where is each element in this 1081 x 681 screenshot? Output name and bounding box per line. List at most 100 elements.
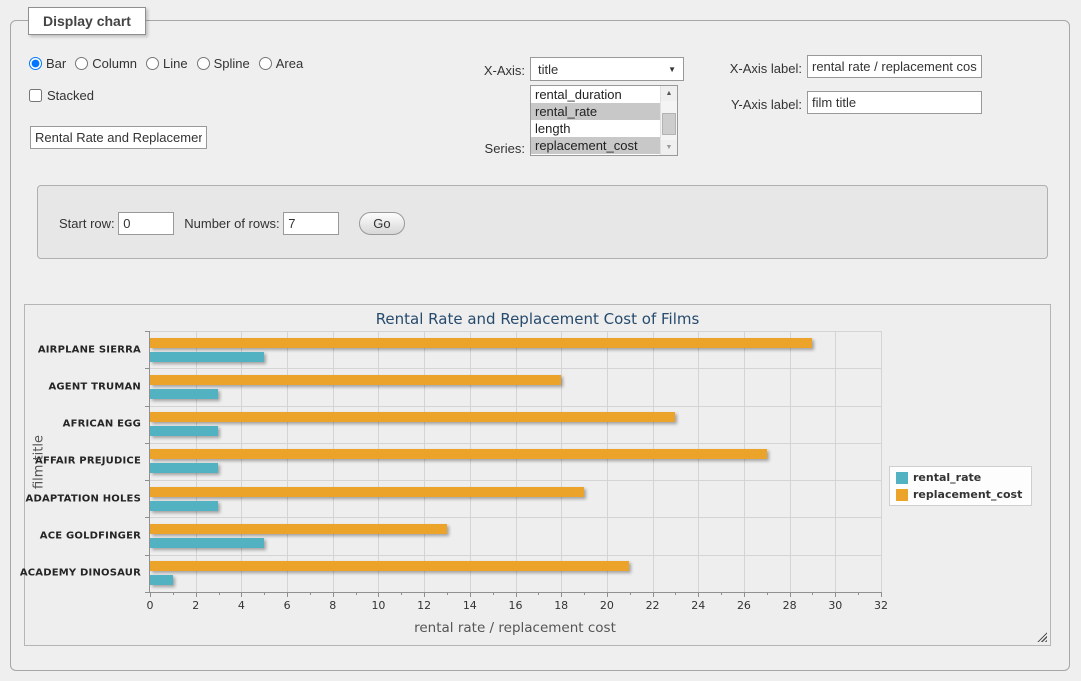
- category-row: ACADEMY DINOSAUR: [150, 555, 881, 592]
- start-row-input[interactable]: [118, 212, 174, 235]
- category-row: ADAPTATION HOLES: [150, 480, 881, 517]
- bar-rental_rate: [150, 352, 264, 362]
- category-row: ACE GOLDFINGER: [150, 517, 881, 554]
- x-tick-label: 4: [238, 599, 245, 612]
- y-axis-label-field-label: Y-Axis label:: [712, 97, 802, 112]
- category-label: AGENT TRUMAN: [48, 381, 141, 392]
- bar-replacement_cost: [150, 561, 629, 571]
- legend-item-replacement_cost[interactable]: replacement_cost: [896, 488, 1022, 501]
- axis-tick: [812, 592, 813, 595]
- x-tick-label: 14: [463, 599, 477, 612]
- y-axis-label-input[interactable]: [807, 91, 982, 114]
- axis-tick: [675, 592, 676, 595]
- axis-tick: [470, 592, 471, 597]
- x-axis-select[interactable]: title ▼: [530, 57, 684, 81]
- scroll-up-icon[interactable]: ▲: [661, 86, 677, 101]
- legend-item-rental_rate[interactable]: rental_rate: [896, 471, 1022, 484]
- series-label: Series:: [458, 141, 525, 156]
- bar-rental_rate: [150, 575, 173, 585]
- gridline: [881, 331, 882, 592]
- legend-swatch: [896, 472, 908, 484]
- chart-container: Rental Rate and Replacement Cost of Film…: [24, 304, 1051, 646]
- x-tick-label: 20: [600, 599, 614, 612]
- axis-tick: [698, 592, 699, 597]
- legend-label: replacement_cost: [913, 488, 1022, 501]
- radio-bar[interactable]: [29, 57, 42, 70]
- chart-type-option-bar[interactable]: Bar: [29, 56, 66, 71]
- chart-type-option-spline[interactable]: Spline: [197, 56, 250, 71]
- x-tick-label: 10: [371, 599, 385, 612]
- radio-label: Bar: [46, 56, 66, 71]
- axis-tick: [378, 592, 379, 597]
- axis-tick: [538, 592, 539, 595]
- category-label: AIRPLANE SIERRA: [38, 344, 141, 355]
- bar-replacement_cost: [150, 338, 812, 348]
- series-option-length[interactable]: length: [531, 120, 660, 137]
- category-label: ADAPTATION HOLES: [26, 493, 142, 504]
- scroll-down-icon[interactable]: ▼: [661, 140, 677, 155]
- y-axis-title: film title: [32, 435, 47, 489]
- stacked-checkbox[interactable]: [29, 89, 42, 102]
- scrollbar-thumb[interactable]: [662, 113, 676, 135]
- go-button[interactable]: Go: [359, 212, 404, 235]
- radio-label: Area: [276, 56, 303, 71]
- num-rows-input[interactable]: [283, 212, 339, 235]
- x-tick-label: 12: [417, 599, 431, 612]
- category-label: AFFAIR PREJUDICE: [35, 456, 141, 467]
- category-row: AFFAIR PREJUDICE: [150, 443, 881, 480]
- series-option-rental_rate[interactable]: rental_rate: [531, 103, 660, 120]
- chart-type-option-line[interactable]: Line: [146, 56, 188, 71]
- x-tick-label: 0: [147, 599, 154, 612]
- axis-tick: [356, 592, 357, 595]
- category-row: AIRPLANE SIERRA: [150, 331, 881, 368]
- category-label: ACADEMY DINOSAUR: [20, 568, 141, 579]
- radio-line[interactable]: [146, 57, 159, 70]
- x-axis-title: rental rate / replacement cost: [149, 620, 881, 636]
- axis-tick: [264, 592, 265, 595]
- x-tick-label: 24: [691, 599, 705, 612]
- chart-title: Rental Rate and Replacement Cost of Film…: [25, 310, 1050, 328]
- x-tick-label: 22: [646, 599, 660, 612]
- x-tick-label: 28: [783, 599, 797, 612]
- bar-replacement_cost: [150, 412, 675, 422]
- series-option-replacement_cost[interactable]: replacement_cost: [531, 137, 660, 154]
- series-option-rental_duration[interactable]: rental_duration: [531, 86, 660, 103]
- legend-swatch: [896, 489, 908, 501]
- series-list[interactable]: rental_durationrental_ratelengthreplacem…: [530, 85, 678, 156]
- radio-spline[interactable]: [197, 57, 210, 70]
- x-tick-label: 30: [828, 599, 842, 612]
- axis-tick: [401, 592, 402, 595]
- chart-title-input[interactable]: [30, 126, 207, 149]
- x-axis-label-input[interactable]: [807, 55, 982, 78]
- axis-tick: [196, 592, 197, 597]
- axis-tick: [881, 592, 882, 597]
- axis-tick: [145, 592, 150, 593]
- bar-replacement_cost: [150, 449, 767, 459]
- axis-tick: [721, 592, 722, 595]
- stacked-option[interactable]: Stacked: [29, 88, 94, 103]
- legend-label: rental_rate: [913, 471, 981, 484]
- axis-tick: [493, 592, 494, 595]
- fieldset-legend: Display chart: [28, 7, 146, 35]
- axis-tick: [835, 592, 836, 597]
- radio-column[interactable]: [75, 57, 88, 70]
- num-rows-label: Number of rows:: [184, 216, 279, 231]
- radio-label: Spline: [214, 56, 250, 71]
- radio-label: Line: [163, 56, 188, 71]
- axis-tick: [790, 592, 791, 597]
- x-axis-label-field-label: X-Axis label:: [712, 61, 802, 76]
- chart-type-option-column[interactable]: Column: [75, 56, 137, 71]
- row-range-panel: Start row: Number of rows: Go: [37, 185, 1048, 259]
- x-tick-label: 18: [554, 599, 568, 612]
- chart-type-option-area[interactable]: Area: [259, 56, 303, 71]
- resize-handle[interactable]: [1036, 631, 1047, 642]
- series-list-scrollbar[interactable]: ▲ ▼: [660, 86, 677, 155]
- bar-rental_rate: [150, 463, 218, 473]
- bar-replacement_cost: [150, 375, 561, 385]
- bar-replacement_cost: [150, 487, 584, 497]
- axis-tick: [561, 592, 562, 597]
- x-tick-label: 26: [737, 599, 751, 612]
- radio-area[interactable]: [259, 57, 272, 70]
- bar-rental_rate: [150, 426, 218, 436]
- category-label: AFRICAN EGG: [63, 419, 141, 430]
